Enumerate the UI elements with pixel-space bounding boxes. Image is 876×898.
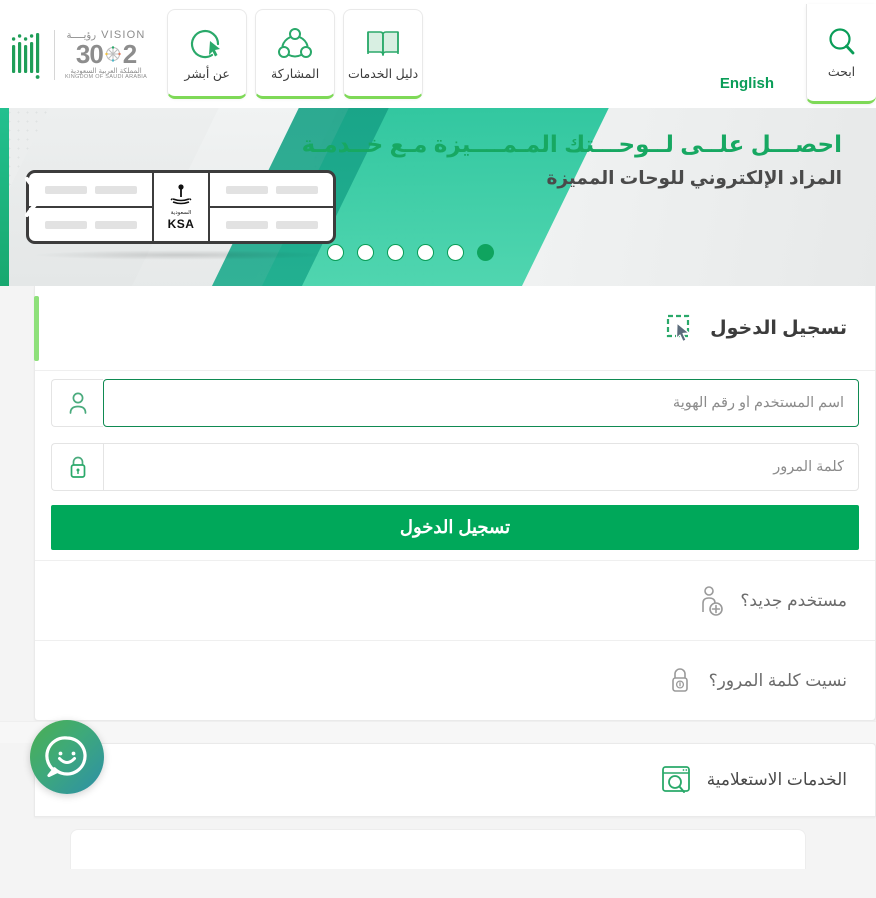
carousel-dot[interactable]	[417, 244, 434, 261]
vision-kingdom-en: KINGDOM OF SAUDI ARABIA	[65, 73, 148, 80]
plate-shadow	[31, 250, 331, 260]
saudi-emblem-icon	[170, 184, 192, 205]
password-input[interactable]	[103, 443, 859, 491]
about-cursor-icon	[187, 25, 227, 63]
bottom-gap	[0, 869, 876, 885]
site-header: ابحث English دليل الخدمات المشاركة عن أب…	[0, 0, 876, 108]
carousel-dots	[327, 244, 494, 261]
inquiry-services-header[interactable]: الخدمات الاستعلامية	[35, 744, 875, 816]
carousel-dot[interactable]	[387, 244, 404, 261]
plate-country-en: KSA	[167, 217, 195, 231]
select-cursor-icon	[664, 312, 696, 344]
banner-headline: احصـــل علــى لــوحـــتك المـمــــيزة مـ…	[301, 131, 842, 157]
login-card: تسجيل الدخول اسم المستخدم أو رقم الهوية …	[34, 286, 876, 721]
username-input[interactable]	[103, 379, 859, 427]
login-button-row: تسجيل الدخول	[35, 499, 875, 560]
nav-item-services-guide[interactable]: دليل الخدمات	[343, 9, 424, 99]
plate-emblem: السعودية KSA	[152, 173, 210, 241]
logos-group: VISION رؤيــــة 2 30 المملكة العربية الس…	[0, 29, 147, 81]
share-network-icon	[275, 25, 315, 63]
vision-emblem-icon	[105, 46, 121, 62]
chat-support-button[interactable]	[30, 720, 104, 794]
carousel-dot[interactable]	[357, 244, 374, 261]
user-icon	[51, 379, 103, 427]
vision-year-right: 30	[75, 38, 104, 69]
nav-item-label: المشاركة	[271, 67, 320, 81]
next-section-card-peek	[70, 829, 806, 869]
forgot-password-label: نسيت كلمة المرور؟	[708, 670, 847, 690]
carousel-next-button[interactable]	[18, 171, 48, 223]
search-button[interactable]: ابحث	[806, 4, 876, 104]
lock-question-icon	[665, 664, 695, 698]
plate-column-right	[210, 173, 333, 241]
new-user-label: مستخدم جديد؟	[740, 590, 847, 610]
vision-2030-logo: VISION رؤيــــة 2 30 المملكة العربية الس…	[54, 29, 148, 81]
chevron-right-icon	[25, 177, 43, 217]
carousel-dot[interactable]	[327, 244, 344, 261]
forgot-password-link[interactable]: نسيت كلمة المرور؟	[35, 640, 875, 720]
chat-smiley-icon	[41, 731, 93, 783]
absher-logo	[10, 29, 44, 81]
language-toggle[interactable]: English	[720, 75, 774, 92]
banner-subline: المزاد الإلكتروني للوحات المميزة	[546, 166, 842, 188]
nav-item-label: دليل الخدمات	[347, 67, 419, 81]
banner-text-block: احصـــل علــى لــوحـــتك المـمــــيزة مـ…	[302, 128, 842, 191]
services-card: الخدمات الاستعلامية	[34, 743, 876, 817]
login-accent-bar	[34, 296, 39, 361]
header-left-group: ابحث English	[720, 0, 876, 108]
nav-item-label: عن أبشر	[184, 67, 230, 81]
nav-item-participation[interactable]: المشاركة	[255, 9, 336, 99]
carousel-dot[interactable]	[447, 244, 464, 261]
search-icon	[825, 26, 859, 60]
username-field-row	[35, 371, 875, 435]
add-user-icon	[696, 584, 726, 618]
header-right-group: دليل الخدمات المشاركة عن أبشر VISION رؤي…	[0, 0, 424, 99]
hero-carousel[interactable]: احصـــل علــى لــوحـــتك المـمــــيزة مـ…	[0, 108, 876, 286]
login-card-header: تسجيل الدخول	[34, 286, 875, 371]
main-content: تسجيل الدخول اسم المستخدم أو رقم الهوية …	[0, 286, 876, 885]
search-button-label: ابحث	[827, 65, 856, 79]
page-root: ابحث English دليل الخدمات المشاركة عن أب…	[0, 0, 876, 898]
section-separator-band	[0, 721, 876, 743]
window-search-icon	[659, 763, 693, 797]
lock-icon	[51, 443, 103, 491]
inquiry-services-title: الخدمات الاستعلامية	[706, 770, 847, 789]
password-field-row	[35, 435, 875, 499]
license-plate-graphic: السعودية KSA	[26, 170, 336, 260]
nav-item-about-absher[interactable]: عن أبشر	[167, 9, 248, 99]
plate-country-ar: السعودية	[170, 210, 192, 216]
login-submit-button[interactable]: تسجيل الدخول	[51, 505, 859, 550]
banner-green-edge	[0, 108, 9, 286]
book-icon	[363, 25, 403, 63]
page-title: تسجيل الدخول	[710, 317, 847, 339]
vision-year-left: 2	[122, 38, 138, 69]
carousel-dot[interactable]	[477, 244, 494, 261]
new-user-link[interactable]: مستخدم جديد؟	[35, 560, 875, 640]
